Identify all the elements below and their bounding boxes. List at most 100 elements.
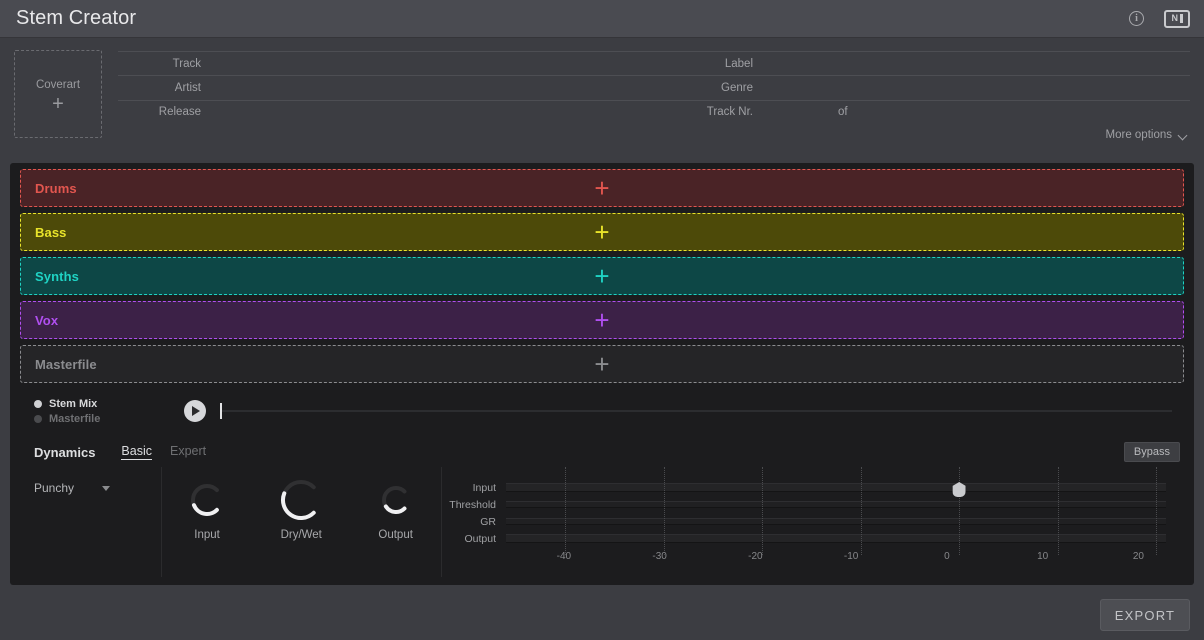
metadata-fields: Track Label Artist Genre Release — [118, 50, 1190, 153]
info-icon[interactable]: i — [1129, 11, 1144, 26]
plus-icon: + — [21, 223, 1183, 241]
dynamics-title: Dynamics — [34, 445, 95, 460]
titlebar-actions: i N — [1129, 10, 1190, 28]
scale-tick-label: -40 — [557, 551, 571, 562]
main-panel: Drums+Bass+Synths+Vox+Masterfile+ Stem M… — [10, 163, 1194, 585]
play-icon — [192, 406, 200, 416]
meter-row-input: Input — [442, 479, 1166, 496]
knobs-column: Input Dry/Wet Output — [162, 467, 442, 577]
meter-row-threshold: Threshold — [442, 496, 1166, 513]
export-button[interactable]: EXPORT — [1100, 599, 1190, 631]
dynamics-body: Punchy Input Dry/Wet Output Input Threshold… — [20, 467, 1184, 577]
stem-name: Drums — [21, 181, 77, 196]
stem-row-bass[interactable]: Bass+ — [20, 213, 1184, 251]
meter-bar — [506, 534, 1166, 543]
title-bar: Stem Creator i N — [0, 0, 1204, 38]
more-options-label: More options — [1106, 129, 1172, 141]
source-option-stem-mix[interactable]: Stem Mix — [34, 398, 130, 410]
release-input[interactable] — [210, 101, 662, 124]
scale-tick-label: 20 — [1133, 551, 1144, 562]
genre-input[interactable] — [762, 76, 1190, 99]
chevron-down-icon — [102, 486, 110, 491]
playhead-handle[interactable] — [220, 403, 222, 419]
artist-label: Artist — [118, 82, 210, 94]
metadata-row-release-tracknr: Release Track Nr. of — [118, 100, 1190, 124]
source-option-label: Masterfile — [49, 413, 100, 425]
tab-basic[interactable]: Basic — [121, 444, 152, 460]
knob-dial-wrapper — [280, 477, 322, 523]
source-option-label: Stem Mix — [49, 398, 97, 410]
knob-label: Dry/Wet — [281, 529, 322, 541]
stem-name: Synths — [21, 269, 79, 284]
knob-label: Output — [378, 529, 413, 541]
metadata-row-artist-genre: Artist Genre — [118, 75, 1190, 99]
meter-label: Input — [442, 482, 506, 494]
stem-row-masterfile[interactable]: Masterfile+ — [20, 345, 1184, 383]
scale-tick-label: 10 — [1037, 551, 1048, 562]
timeline-scrubber[interactable] — [220, 400, 1172, 422]
coverart-label: Coverart — [36, 79, 80, 91]
stem-name: Bass — [21, 225, 66, 240]
native-instruments-logo-icon[interactable]: N — [1164, 10, 1190, 28]
track-nr-label: Track Nr. — [662, 106, 762, 118]
artist-input[interactable] — [210, 76, 662, 99]
meter-scale: -40-30-20-1001020 — [516, 551, 1148, 569]
meter-row-gr: GR — [442, 513, 1166, 530]
field-track-nr: Track Nr. of — [662, 101, 1190, 124]
label-input[interactable] — [762, 52, 1190, 75]
chevron-down-icon — [1179, 131, 1188, 140]
of-label: of — [834, 106, 848, 118]
meters-column: InputThresholdGROutput -40-30-20-1001020 — [442, 467, 1184, 577]
dynamics-section: Dynamics Basic Expert Bypass Punchy Input… — [20, 437, 1184, 577]
plus-icon: + — [52, 98, 64, 110]
coverart-dropzone[interactable]: Coverart + — [14, 50, 102, 138]
dynamics-header: Dynamics Basic Expert Bypass — [20, 437, 1184, 467]
preset-dropdown[interactable]: Punchy — [34, 481, 161, 495]
stem-row-synths[interactable]: Synths+ — [20, 257, 1184, 295]
track-total-input[interactable] — [848, 101, 1190, 124]
knob-dial-icon — [280, 479, 322, 521]
field-release: Release — [118, 101, 662, 124]
tab-expert[interactable]: Expert — [170, 444, 206, 460]
field-label: Label — [662, 52, 1190, 75]
more-options-button[interactable]: More options — [1106, 129, 1188, 141]
play-button[interactable] — [184, 400, 206, 422]
field-genre: Genre — [662, 76, 1190, 99]
knob-label: Input — [194, 529, 220, 541]
player-bar: Stem Mix Masterfile — [20, 391, 1184, 431]
scale-tick-label: -30 — [652, 551, 666, 562]
plus-icon: + — [21, 179, 1183, 197]
knob-dry-wet[interactable]: Dry/Wet — [280, 477, 322, 541]
metadata-area: Coverart + Track Label Artist Genre — [0, 38, 1204, 153]
stem-row-vox[interactable]: Vox+ — [20, 301, 1184, 339]
meter-label: GR — [442, 516, 506, 528]
knob-input[interactable]: Input — [190, 477, 224, 541]
meter-bar — [506, 501, 1166, 508]
stem-list: Drums+Bass+Synths+Vox+Masterfile+ — [20, 169, 1184, 383]
meter-row-output: Output — [442, 530, 1166, 547]
preset-column: Punchy — [20, 467, 162, 577]
metadata-row-track-label: Track Label — [118, 51, 1190, 75]
track-nr-input[interactable] — [762, 101, 834, 124]
app-title: Stem Creator — [16, 7, 136, 30]
knob-dial-wrapper — [190, 477, 224, 523]
meter-bar — [506, 483, 1166, 492]
source-option-masterfile[interactable]: Masterfile — [34, 413, 130, 425]
scale-tick-label: 0 — [944, 551, 950, 562]
knob-output[interactable]: Output — [378, 477, 413, 541]
source-selector: Stem Mix Masterfile — [34, 398, 130, 425]
meter-bar — [506, 518, 1166, 525]
bypass-button[interactable]: Bypass — [1124, 442, 1180, 462]
radio-icon — [34, 415, 42, 423]
scale-tick-label: -10 — [844, 551, 858, 562]
stem-name: Vox — [21, 313, 58, 328]
track-input[interactable] — [210, 52, 662, 75]
release-label: Release — [118, 106, 210, 118]
meter-label: Threshold — [442, 499, 506, 511]
plus-icon: + — [21, 355, 1183, 373]
plus-icon: + — [21, 311, 1183, 329]
knob-dial-wrapper — [381, 477, 411, 523]
more-options-row: More options — [118, 124, 1190, 146]
dynamics-tabs: Basic Expert — [121, 444, 206, 460]
stem-row-drums[interactable]: Drums+ — [20, 169, 1184, 207]
